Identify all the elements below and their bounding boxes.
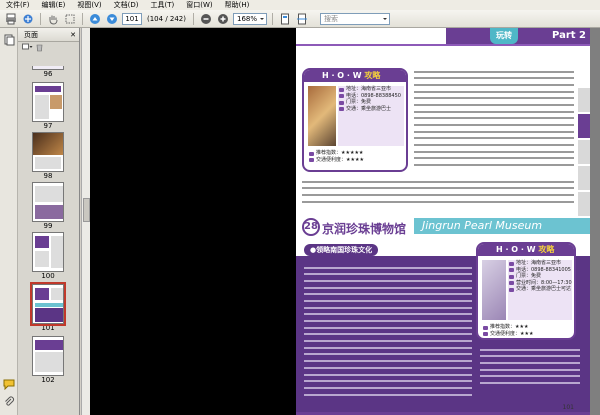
toolbar-divider xyxy=(193,12,194,25)
menu-edit[interactable]: 编辑(E) xyxy=(36,0,72,10)
info-ticket: 门票：免费 xyxy=(508,273,572,280)
toolbar-divider xyxy=(82,12,83,25)
guide-card: H · O · W 攻略 地址：海南省三亚市 电话：0898-88388450 … xyxy=(302,68,408,172)
pages-panel-header: 页面 ✕ xyxy=(18,28,79,42)
section-subtitle: ●领略南国珍珠文化 xyxy=(304,244,379,256)
guide-card-title: H · O · W 攻略 xyxy=(478,244,574,256)
page-thumbnail-label: 101 xyxy=(41,324,55,332)
pages-panel-icon[interactable] xyxy=(3,34,15,46)
page-header-rule xyxy=(296,44,590,46)
menu-bar: 文件(F) 编辑(E) 视图(V) 文档(D) 工具(T) 窗口(W) 帮助(H… xyxy=(0,0,600,10)
rating-transport: 交通便利度：★★★ xyxy=(482,331,572,338)
pages-panel-toolbar xyxy=(18,42,79,54)
guide-info: 地址：海南省三亚市 电话：0898-88388450 门票：免费 交通：乘坐旅游… xyxy=(338,86,404,146)
attraction-photo xyxy=(308,86,336,146)
section-body-text xyxy=(480,346,580,396)
side-tab-active xyxy=(578,114,590,138)
zoom-select[interactable]: 168% xyxy=(233,12,267,25)
navigation-rail xyxy=(0,28,18,415)
fit-page-icon[interactable] xyxy=(278,12,292,25)
next-page-icon[interactable] xyxy=(105,12,119,25)
page-number-input[interactable]: 101 xyxy=(122,12,142,25)
delete-page-icon[interactable] xyxy=(35,43,44,54)
chapter-side-tabs xyxy=(578,88,590,218)
side-tab xyxy=(578,192,590,216)
section-number: 28 xyxy=(302,218,320,236)
side-tab xyxy=(578,88,590,112)
page-thumbnail-label: 102 xyxy=(41,376,55,384)
guide-card: H · O · W 攻略 地址：海南省三亚市 电话：0898-88341005 … xyxy=(476,242,576,340)
guide-card-title: H · O · W 攻略 xyxy=(304,70,406,82)
menu-view[interactable]: 视图(V) xyxy=(71,0,107,10)
rating-recommend: 推荐指数：★★★ xyxy=(482,324,572,331)
guide-ratings: 推荐指数：★★★★★ 交通便利度：★★★★ xyxy=(308,150,404,163)
guide-ratings: 推荐指数：★★★ 交通便利度：★★★ xyxy=(482,324,572,337)
menu-window[interactable]: 窗口(W) xyxy=(180,0,218,10)
info-address: 地址：海南省三亚市 xyxy=(508,260,572,267)
toolbar-divider xyxy=(272,12,273,25)
scrollbar-thumb[interactable] xyxy=(83,198,90,222)
page-thumbnail-label: 100 xyxy=(41,272,55,280)
section-body-text xyxy=(304,264,472,404)
info-transport: 交通：乘坐旅游巴士 xyxy=(338,106,404,113)
select-tool-icon[interactable] xyxy=(63,12,77,25)
page-thumbnail[interactable]: 100 xyxy=(32,232,64,281)
print-icon[interactable] xyxy=(4,12,18,25)
header-part-label: Part 2 xyxy=(552,30,586,41)
prev-page-icon[interactable] xyxy=(88,12,102,25)
page-thumbnail[interactable]: 98 xyxy=(32,132,64,181)
menu-file[interactable]: 文件(F) xyxy=(0,0,36,10)
info-address: 地址：海南省三亚市 xyxy=(338,86,404,93)
search-input[interactable]: 搜索 xyxy=(320,12,390,25)
thumbnail-list[interactable]: 96 97 98 99 100 101 102 xyxy=(18,66,80,415)
zoom-out-icon[interactable] xyxy=(199,12,213,25)
page-count-label: (104 / 242) xyxy=(147,14,186,23)
side-tab xyxy=(578,166,590,190)
page-number: 101 xyxy=(562,404,574,411)
side-tab xyxy=(578,140,590,164)
document-view[interactable]: 玩转 Part 2 H · O · W 攻略 地址：海南省三亚市 电话：0898… xyxy=(90,28,600,415)
page-thumbnail-label: 97 xyxy=(43,122,53,130)
toolbar: 101 (104 / 242) 168% 搜索 xyxy=(0,10,600,28)
body-text xyxy=(302,178,574,212)
menu-help[interactable]: 帮助(H) xyxy=(219,0,256,10)
page-thumbnail-selected[interactable]: 101 xyxy=(22,280,74,338)
section-title: 28 京润珍珠博物馆 xyxy=(302,218,502,236)
facing-page-left xyxy=(90,28,296,415)
page-thumbnail-label: 96 xyxy=(43,70,53,78)
page-thumbnail[interactable]: 96 xyxy=(32,66,64,79)
pages-panel-title: 页面 xyxy=(24,30,38,39)
page-thumbnail-label: 98 xyxy=(43,172,53,180)
fit-width-icon[interactable] xyxy=(295,12,309,25)
rating-transport: 交通便利度：★★★★ xyxy=(308,157,404,164)
page-thumbnail-label: 99 xyxy=(43,222,53,230)
body-text xyxy=(414,68,574,172)
guide-info: 地址：海南省三亚市 电话：0898-88341005 门票：免费 营业时间：8:… xyxy=(508,260,572,320)
page-thumbnail[interactable]: 99 xyxy=(32,182,64,231)
close-icon[interactable]: ✕ xyxy=(70,31,76,39)
info-ticket: 门票：免费 xyxy=(338,99,404,106)
attachment-icon[interactable] xyxy=(3,396,15,408)
page-gutter xyxy=(590,28,600,415)
page-thumbnail[interactable]: 97 xyxy=(32,82,64,131)
menu-tools[interactable]: 工具(T) xyxy=(145,0,181,10)
document-page: 玩转 Part 2 H · O · W 攻略 地址：海南省三亚市 电话：0898… xyxy=(296,28,590,415)
section-title-cn: 京润珍珠博物馆 xyxy=(322,222,407,236)
pages-panel: 页面 ✕ 96 97 98 99 100 101 102 xyxy=(18,28,80,415)
menu-document[interactable]: 文档(D) xyxy=(108,0,145,10)
toolbar-divider xyxy=(40,12,41,25)
hand-tool-icon[interactable] xyxy=(46,12,60,25)
share-icon[interactable] xyxy=(21,12,35,25)
zoom-in-icon[interactable] xyxy=(216,12,230,25)
header-tab: 玩转 xyxy=(490,28,518,44)
options-icon[interactable] xyxy=(22,43,33,54)
rating-recommend: 推荐指数：★★★★★ xyxy=(308,150,404,157)
info-transport: 交通：乘坐旅游巴士可达 xyxy=(508,286,572,293)
attraction-photo xyxy=(482,260,506,320)
page-thumbnail[interactable]: 102 xyxy=(32,336,64,385)
comment-icon[interactable] xyxy=(3,378,15,391)
thumbnail-scrollbar[interactable] xyxy=(81,28,90,415)
